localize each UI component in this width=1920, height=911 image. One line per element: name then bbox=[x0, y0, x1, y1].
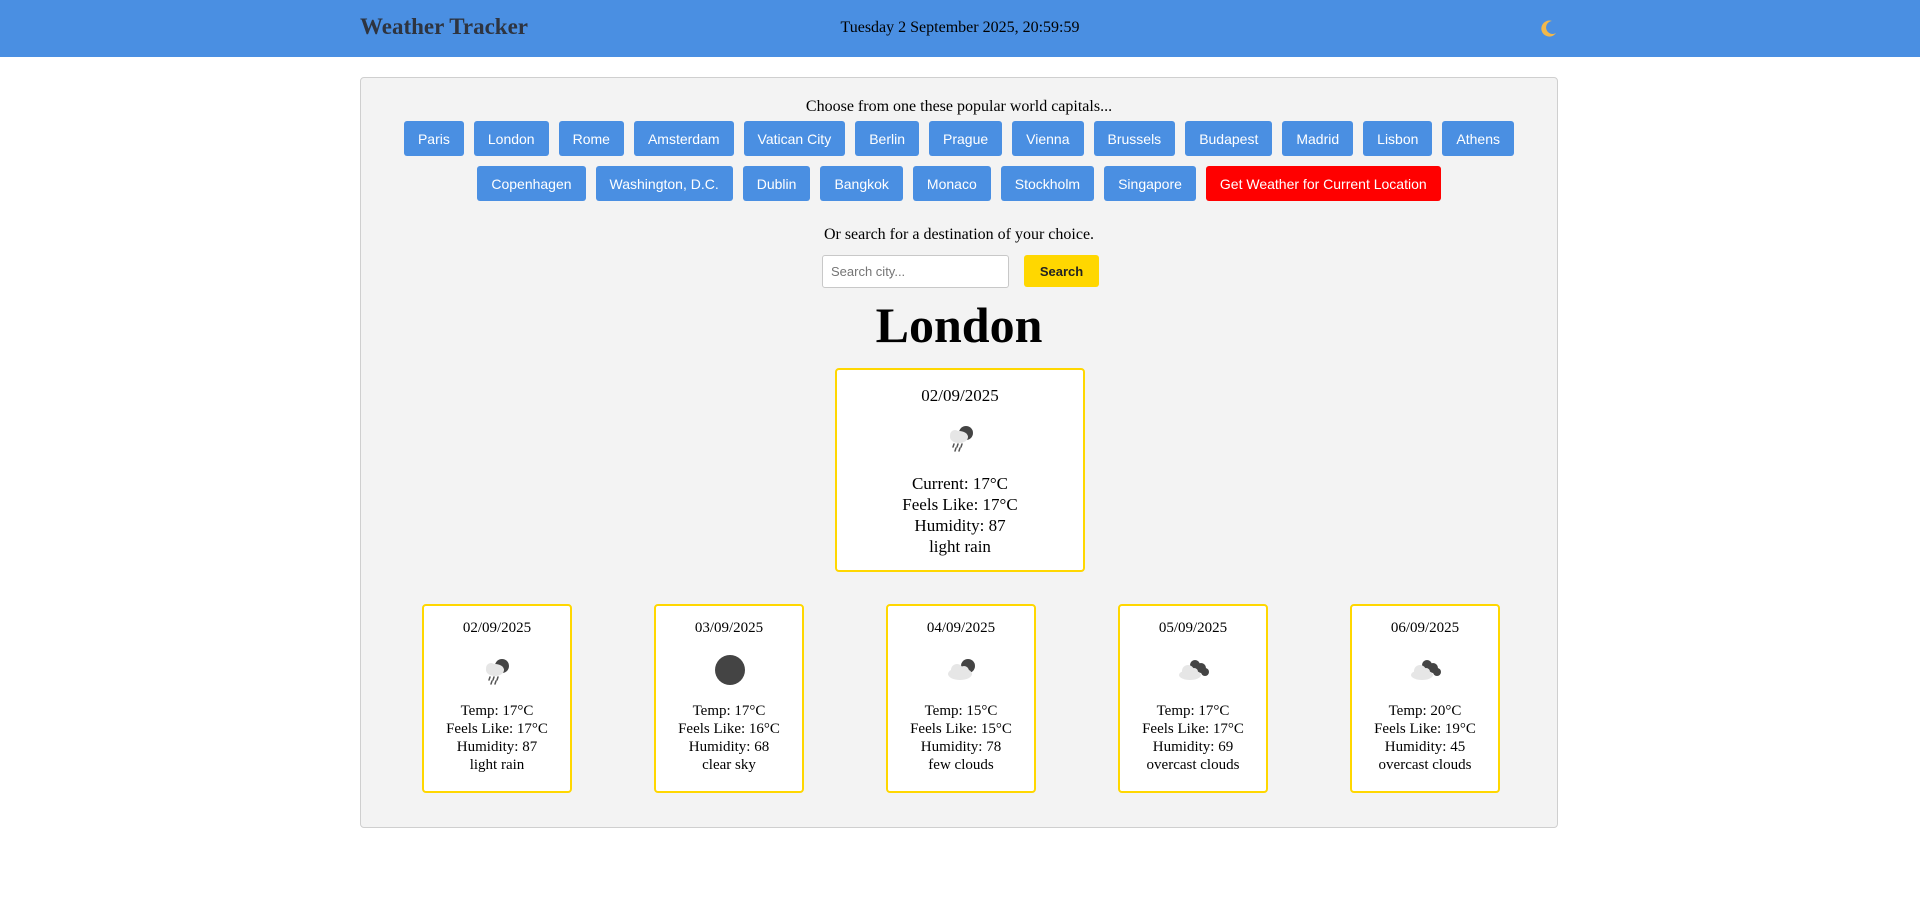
forecast-temp: Temp: 20°C bbox=[1388, 703, 1462, 719]
forecast-card: 06/09/2025 Temp: 20°C Feels Like: 19°C H… bbox=[1350, 604, 1500, 793]
capitals-row-2: Copenhagen Washington, D.C. Dublin Bangk… bbox=[361, 166, 1557, 201]
city-button-monaco[interactable]: Monaco bbox=[912, 166, 991, 201]
forecast-humidity: Humidity: 69 bbox=[1152, 739, 1234, 755]
current-temp: Current: 17°C bbox=[911, 474, 1009, 493]
forecast-card: 03/09/2025 Temp: 17°C Feels Like: 16°C H… bbox=[654, 604, 804, 793]
moon-icon[interactable] bbox=[1538, 17, 1560, 39]
city-button-copenhagen[interactable]: Copenhagen bbox=[477, 166, 586, 201]
current-feels-like: Feels Like: 17°C bbox=[902, 495, 1018, 514]
current-humidity: Humidity: 87 bbox=[914, 516, 1006, 535]
city-title: London bbox=[875, 297, 1043, 353]
forecast-humidity: Humidity: 68 bbox=[688, 739, 770, 755]
city-button-london[interactable]: London bbox=[473, 121, 549, 156]
forecast-date: 03/09/2025 bbox=[694, 620, 764, 636]
forecast-card: 05/09/2025 Temp: 17°C Feels Like: 17°C H… bbox=[1118, 604, 1268, 793]
city-button-madrid[interactable]: Madrid bbox=[1282, 121, 1354, 156]
few-clouds-icon bbox=[945, 653, 979, 687]
city-button-vienna[interactable]: Vienna bbox=[1012, 121, 1084, 156]
city-button-singapore[interactable]: Singapore bbox=[1104, 166, 1196, 201]
current-datetime: Tuesday 2 September 2025, 20:59:59 bbox=[840, 19, 1080, 36]
forecast-card: 04/09/2025 Temp: 15°C Feels Like: 15°C H… bbox=[886, 604, 1036, 793]
main-panel: Choose from one these popular world capi… bbox=[360, 77, 1558, 828]
city-button-bangkok[interactable]: Bangkok bbox=[820, 166, 903, 201]
current-description: light rain bbox=[929, 537, 991, 556]
city-button-vatican-city[interactable]: Vatican City bbox=[743, 121, 846, 156]
forecast-humidity: Humidity: 78 bbox=[920, 739, 1002, 755]
forecast-date: 06/09/2025 bbox=[1390, 620, 1460, 636]
forecast-temp: Temp: 15°C bbox=[924, 703, 998, 719]
forecast-temp: Temp: 17°C bbox=[692, 703, 766, 719]
forecast-description: light rain bbox=[469, 757, 525, 773]
city-button-brussels[interactable]: Brussels bbox=[1093, 121, 1176, 156]
forecast-humidity: Humidity: 45 bbox=[1384, 739, 1466, 755]
city-button-athens[interactable]: Athens bbox=[1442, 121, 1515, 156]
forecast-date: 05/09/2025 bbox=[1158, 620, 1228, 636]
current-location-button[interactable]: Get Weather for Current Location bbox=[1205, 166, 1441, 201]
current-date: 02/09/2025 bbox=[921, 386, 999, 405]
city-button-lisbon[interactable]: Lisbon bbox=[1363, 121, 1433, 156]
city-button-rome[interactable]: Rome bbox=[558, 121, 624, 156]
overcast-clouds-icon bbox=[1409, 653, 1443, 687]
city-button-paris[interactable]: Paris bbox=[403, 121, 464, 156]
capitals-row-1: Paris London Rome Amsterdam Vatican City… bbox=[361, 121, 1557, 156]
city-button-budapest[interactable]: Budapest bbox=[1185, 121, 1273, 156]
forecast-temp: Temp: 17°C bbox=[1156, 703, 1230, 719]
capitals-prompt: Choose from one these popular world capi… bbox=[805, 98, 1113, 115]
forecast-feels-like: Feels Like: 19°C bbox=[1374, 721, 1476, 737]
forecast-description: overcast clouds bbox=[1378, 757, 1472, 773]
forecast-card: 02/09/2025 Temp: 17°C Feels Like: 17°C H… bbox=[422, 604, 572, 793]
top-bar: Weather Tracker Tuesday 2 September 2025… bbox=[0, 0, 1920, 57]
search-input[interactable] bbox=[822, 255, 1009, 288]
forecast-humidity: Humidity: 87 bbox=[456, 739, 538, 755]
forecast-description: few clouds bbox=[928, 757, 994, 773]
forecast-feels-like: Feels Like: 17°C bbox=[1142, 721, 1244, 737]
forecast-description: clear sky bbox=[702, 757, 756, 773]
forecast-description: overcast clouds bbox=[1146, 757, 1240, 773]
city-button-prague[interactable]: Prague bbox=[929, 121, 1003, 156]
city-button-dublin[interactable]: Dublin bbox=[742, 166, 811, 201]
forecast-date: 04/09/2025 bbox=[926, 620, 996, 636]
city-button-berlin[interactable]: Berlin bbox=[855, 121, 919, 156]
light-rain-icon bbox=[481, 653, 515, 687]
forecast-feels-like: Feels Like: 17°C bbox=[446, 721, 548, 737]
search-prompt: Or search for a destination of your choi… bbox=[823, 226, 1095, 243]
city-button-washington-dc[interactable]: Washington, D.C. bbox=[595, 166, 733, 201]
forecast-feels-like: Feels Like: 15°C bbox=[910, 721, 1012, 737]
forecast-date: 02/09/2025 bbox=[462, 620, 532, 636]
city-button-stockholm[interactable]: Stockholm bbox=[1000, 166, 1095, 201]
clear-sky-icon bbox=[713, 653, 747, 687]
city-button-amsterdam[interactable]: Amsterdam bbox=[633, 121, 734, 156]
overcast-clouds-icon bbox=[1177, 653, 1211, 687]
forecast-temp: Temp: 17°C bbox=[460, 703, 534, 719]
forecast-feels-like: Feels Like: 16°C bbox=[678, 721, 780, 737]
search-button[interactable]: Search bbox=[1024, 255, 1099, 287]
light-rain-icon bbox=[945, 420, 979, 454]
current-weather-card: 02/09/2025 Current: 17°C Feels Like: 17°… bbox=[835, 368, 1085, 572]
